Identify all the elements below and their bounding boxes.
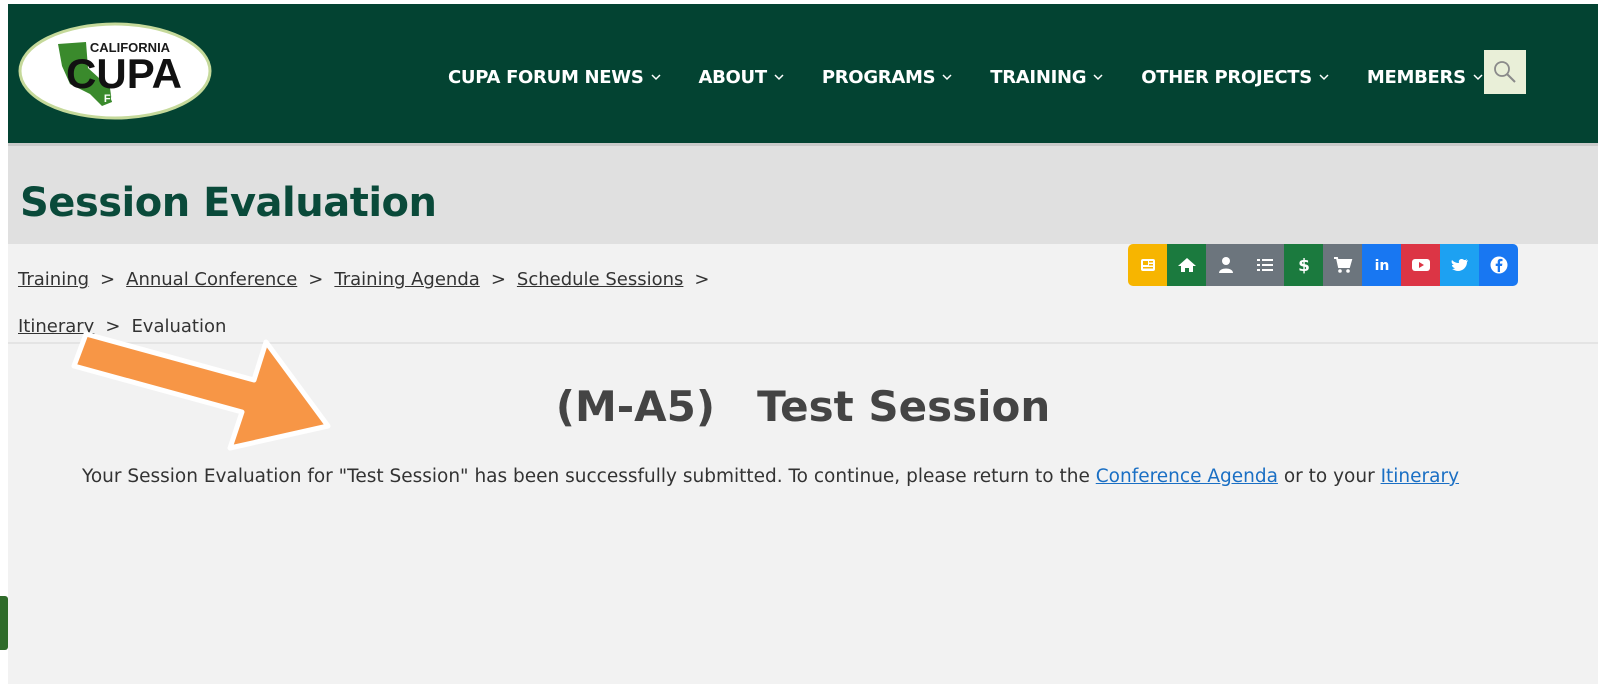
dollar-icon: $ xyxy=(1298,256,1310,275)
logo-main-text: CUPA xyxy=(66,50,182,97)
nav-item-label: MEMBERS xyxy=(1366,66,1466,88)
site-header: CALIFORNIA CUPA FORUM CUPA FORUM NEWS AB… xyxy=(8,4,1598,143)
cupa-forum-logo[interactable]: CALIFORNIA CUPA FORUM xyxy=(18,22,212,120)
chevron-down-icon xyxy=(942,74,952,81)
nav-item-members[interactable]: MEMBERS xyxy=(1367,67,1483,88)
nav-item-label: TRAINING xyxy=(990,66,1087,88)
confirmation-text-mid: or to your xyxy=(1283,466,1375,487)
youtube-button[interactable] xyxy=(1401,244,1440,286)
breadcrumb-separator: > xyxy=(490,269,506,290)
itinerary-link[interactable]: Itinerary xyxy=(1381,466,1459,487)
chevron-down-icon xyxy=(1473,74,1483,81)
twitter-icon xyxy=(1451,259,1468,271)
annotation-arrow-icon xyxy=(71,331,331,451)
news-button[interactable] xyxy=(1128,244,1167,286)
breadcrumb-separator: > xyxy=(694,269,710,290)
twitter-button[interactable] xyxy=(1440,244,1479,286)
nav-item-cupa-forum-news[interactable]: CUPA FORUM NEWS xyxy=(448,67,661,88)
breadcrumb-link-annual-conference[interactable]: Annual Conference xyxy=(126,269,297,290)
nav-item-programs[interactable]: PROGRAMS xyxy=(822,67,952,88)
page-frame: CALIFORNIA CUPA FORUM CUPA FORUM NEWS AB… xyxy=(8,4,1598,684)
payment-button[interactable]: $ xyxy=(1284,244,1323,286)
confirmation-text: Your Session Evaluation for "Test Sessio… xyxy=(82,466,1090,487)
svg-text:in: in xyxy=(1374,258,1389,274)
breadcrumb-link-training[interactable]: Training xyxy=(18,269,89,290)
chevron-down-icon xyxy=(1093,74,1103,81)
title-band: Session Evaluation xyxy=(8,143,1598,244)
user-icon xyxy=(1218,257,1233,273)
main-nav: CUPA FORUM NEWS ABOUT PROGRAMS TRAINING … xyxy=(448,62,1521,92)
breadcrumb-link-schedule-sessions[interactable]: Schedule Sessions xyxy=(517,269,684,290)
cart-icon xyxy=(1333,257,1352,273)
youtube-icon xyxy=(1411,259,1430,271)
nav-item-other-projects[interactable]: OTHER PROJECTS xyxy=(1141,67,1329,88)
breadcrumb-link-training-agenda[interactable]: Training Agenda xyxy=(334,269,479,290)
search-button[interactable] xyxy=(1484,50,1526,94)
chevron-down-icon xyxy=(650,74,661,81)
chevron-down-icon xyxy=(1319,74,1329,81)
conference-agenda-link[interactable]: Conference Agenda xyxy=(1096,466,1278,487)
nav-item-label: ABOUT xyxy=(698,66,768,88)
confirmation-message: Your Session Evaluation for "Test Sessio… xyxy=(82,466,1459,487)
search-icon xyxy=(1494,61,1516,83)
linkedin-icon: in xyxy=(1374,258,1389,274)
linkedin-button[interactable]: in xyxy=(1362,244,1401,286)
breadcrumb-separator: > xyxy=(100,269,116,290)
svg-text:$: $ xyxy=(1298,256,1310,275)
nav-item-training[interactable]: TRAINING xyxy=(990,67,1103,88)
page-title: Session Evaluation xyxy=(20,180,437,226)
logo-bottom-text: FORUM xyxy=(104,93,144,105)
nav-item-label: OTHER PROJECTS xyxy=(1141,66,1312,88)
quick-links-bar: $ in xyxy=(1128,244,1518,286)
newspaper-icon xyxy=(1140,259,1155,271)
nav-item-label: PROGRAMS xyxy=(821,66,936,88)
home-icon xyxy=(1177,258,1196,272)
facebook-icon xyxy=(1490,256,1507,274)
list-icon xyxy=(1256,259,1273,271)
list-button[interactable] xyxy=(1245,244,1284,286)
facebook-button[interactable] xyxy=(1479,244,1518,286)
breadcrumb-separator: > xyxy=(308,269,324,290)
home-button[interactable] xyxy=(1167,244,1206,286)
session-code: (M-A5) xyxy=(555,382,716,431)
session-title: Test Session xyxy=(757,382,1051,431)
side-tab[interactable] xyxy=(0,596,8,650)
cart-button[interactable] xyxy=(1323,244,1362,286)
account-button[interactable] xyxy=(1206,244,1245,286)
nav-item-label: CUPA FORUM NEWS xyxy=(448,66,644,88)
nav-item-about[interactable]: ABOUT xyxy=(699,67,784,88)
chevron-down-icon xyxy=(774,74,784,81)
